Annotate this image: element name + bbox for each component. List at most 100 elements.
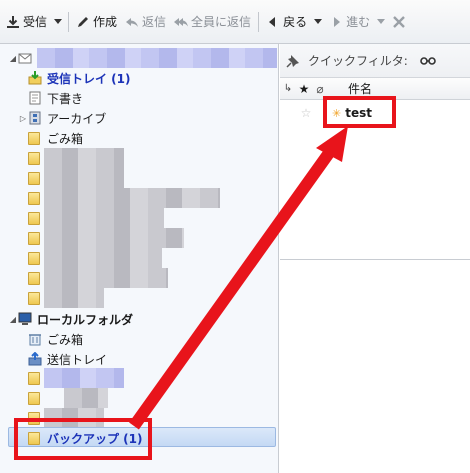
folder-redacted[interactable]: [0, 388, 278, 408]
folder-drafts[interactable]: 下書き: [0, 88, 278, 108]
unread-dot-icon: ✳: [332, 106, 342, 120]
chevron-down-icon: [314, 19, 323, 24]
receive-dropdown[interactable]: [51, 10, 65, 34]
toolbar-separator: [258, 11, 260, 32]
download-icon: [6, 15, 20, 29]
collapse-triangle-icon[interactable]: ◢: [8, 314, 18, 324]
folder-name-redacted: [44, 168, 124, 188]
folder-trash[interactable]: ごみ箱: [0, 128, 278, 148]
folder-icon: [28, 131, 40, 145]
drafts-icon: [28, 91, 42, 105]
reply-all-icon: [174, 15, 189, 29]
compose-label: 作成: [93, 15, 118, 29]
star-column-icon[interactable]: ★: [296, 82, 312, 96]
message-row[interactable]: ☆ ✳ test: [280, 102, 470, 124]
folder-icon: [28, 271, 40, 285]
local-folders-row[interactable]: ◢ ローカルフォルダ: [0, 309, 278, 329]
reply-all-button[interactable]: 全員に返信: [170, 10, 255, 34]
folder-icon: [28, 391, 40, 405]
collapse-triangle-icon[interactable]: ◢: [8, 53, 18, 63]
message-pane: クイックフィルタ: ↳ ★ ⌀ 件名 ☆ ✳ test: [280, 44, 470, 473]
folder-label: バックアップ (1): [47, 431, 143, 446]
folder-redacted[interactable]: [0, 168, 278, 188]
reply-label: 返信: [142, 15, 167, 29]
forward-button[interactable]: 進む: [325, 10, 374, 34]
folder-label: 下書き: [47, 91, 84, 106]
folder-archive[interactable]: ▷ アーカイブ: [0, 108, 278, 128]
folder-icon: [28, 411, 40, 425]
folder-name-redacted: [44, 228, 184, 248]
account-name-redacted: [37, 48, 277, 68]
folder-icon: [28, 191, 40, 205]
reply-all-label: 全員に返信: [191, 15, 252, 29]
folder-icon: [28, 431, 40, 445]
folder-redacted[interactable]: [0, 368, 278, 388]
folder-icon: [28, 211, 40, 225]
attachment-column-icon[interactable]: ⌀: [312, 82, 328, 96]
folder-redacted[interactable]: [0, 408, 278, 428]
folder-label: 送信トレイ: [47, 352, 108, 367]
column-subject[interactable]: 件名: [348, 80, 372, 97]
main-toolbar: 受信 作成 返信 全員に返信 戻る 進む: [0, 0, 470, 44]
mail-account-icon: [18, 51, 32, 65]
receive-label: 受信: [23, 15, 48, 29]
folder-label: 受信トレイ (1): [47, 71, 131, 86]
quick-filter-label: クイックフィルタ:: [308, 54, 408, 68]
folder-name-redacted: [44, 188, 220, 208]
folder-label: アーカイブ: [47, 111, 107, 126]
message-subject: test: [345, 106, 372, 120]
receive-button[interactable]: 受信: [2, 10, 51, 34]
column-header: ↳ ★ ⌀ 件名: [280, 78, 470, 100]
trash-can-icon: [28, 332, 42, 346]
folder-outbox[interactable]: 送信トレイ: [0, 349, 278, 369]
folder-inbox[interactable]: 受信トレイ (1): [0, 68, 278, 88]
reply-icon: [125, 15, 139, 29]
folder-icon: [28, 151, 40, 165]
folder-name-redacted: [44, 148, 124, 168]
close-icon: [392, 15, 406, 29]
unread-filter-icon[interactable]: [420, 56, 436, 66]
compose-button[interactable]: 作成: [72, 10, 121, 34]
delete-button[interactable]: [388, 10, 409, 34]
folder-pane: ◢ 受信トレイ (1) 下書き ▷ アーカイブ ごみ箱 ◢ ローカルフォルダ ご…: [0, 44, 279, 473]
thread-column-icon[interactable]: ↳: [280, 83, 296, 94]
expand-triangle-icon[interactable]: ▷: [18, 113, 28, 123]
chevron-down-icon: [377, 19, 386, 24]
inbox-icon: [28, 71, 42, 85]
quick-filter-bar: クイックフィルタ:: [280, 44, 470, 78]
folder-name-redacted: [44, 368, 124, 388]
folder-name-redacted: [64, 388, 108, 408]
toolbar-separator: [68, 11, 70, 32]
pin-icon[interactable]: [286, 54, 300, 68]
folder-name-redacted: [44, 248, 162, 268]
outbox-icon: [28, 351, 42, 366]
star-icon[interactable]: ☆: [298, 106, 314, 120]
folder-label: ごみ箱: [47, 332, 84, 347]
reply-button[interactable]: 返信: [121, 10, 170, 34]
preview-divider[interactable]: [280, 259, 470, 260]
forward-label: 進む: [346, 15, 371, 29]
folder-icon: [28, 171, 40, 185]
archive-icon: [28, 111, 42, 125]
forward-dropdown[interactable]: [374, 10, 388, 34]
folder-local-trash[interactable]: ごみ箱: [0, 329, 278, 349]
folder-redacted[interactable]: [0, 288, 278, 308]
folder-label: ごみ箱: [47, 131, 84, 146]
back-button[interactable]: 戻る: [262, 10, 311, 34]
folder-backup[interactable]: バックアップ (1): [0, 428, 278, 448]
folder-redacted[interactable]: [0, 148, 278, 168]
folder-icon: [28, 251, 40, 265]
folder-name-redacted: [44, 288, 104, 308]
folder-name-redacted: [44, 268, 168, 288]
folder-name-redacted: [44, 208, 164, 228]
chevron-down-icon: [54, 19, 63, 24]
back-dropdown[interactable]: [311, 10, 325, 34]
computer-icon: [18, 312, 32, 326]
folder-icon: [28, 371, 40, 385]
back-arrow-icon: [266, 15, 280, 29]
forward-arrow-icon: [329, 15, 343, 29]
folder-name-redacted: [44, 408, 104, 428]
back-label: 戻る: [283, 15, 308, 29]
pencil-icon: [76, 15, 90, 29]
folder-icon: [28, 231, 40, 245]
